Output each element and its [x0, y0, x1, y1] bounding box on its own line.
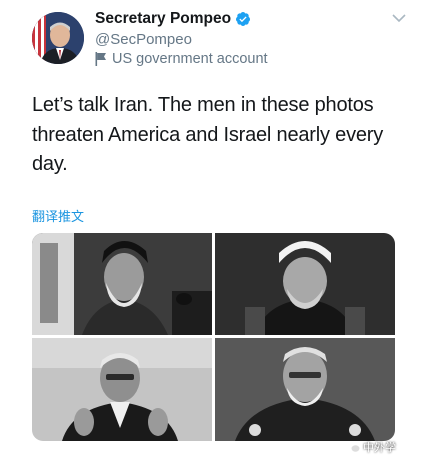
tweet-text: Let’s talk Iran. The men in these photos… — [32, 94, 384, 175]
account-label: US government account — [95, 51, 268, 67]
photo-bottom-left-image — [32, 338, 212, 441]
watermark: 中外学 — [346, 439, 396, 455]
photo-top-left[interactable] — [32, 233, 212, 335]
watermark-text: 中外学 — [363, 441, 396, 454]
photo-bottom-right[interactable] — [215, 338, 395, 441]
user-handle[interactable]: @SecPompeo — [95, 31, 192, 48]
avatar-image — [32, 12, 84, 64]
avatar[interactable] — [32, 12, 84, 64]
media-grid[interactable] — [32, 233, 395, 441]
photo-top-right-image — [215, 233, 395, 335]
verified-badge-icon — [236, 12, 251, 26]
display-name-row[interactable]: Secretary Pompeo — [95, 10, 251, 28]
translate-link[interactable]: 翻译推文 — [32, 206, 84, 225]
chevron-down-icon[interactable] — [392, 13, 406, 23]
photo-top-right[interactable] — [215, 233, 395, 335]
wechat-icon — [346, 442, 360, 452]
photo-bottom-left[interactable] — [32, 338, 212, 441]
flag-icon — [95, 52, 106, 66]
display-name[interactable]: Secretary Pompeo — [95, 10, 231, 28]
photo-bottom-right-image — [215, 338, 395, 441]
account-label-text: US government account — [112, 51, 268, 67]
photo-top-left-image — [32, 233, 212, 335]
